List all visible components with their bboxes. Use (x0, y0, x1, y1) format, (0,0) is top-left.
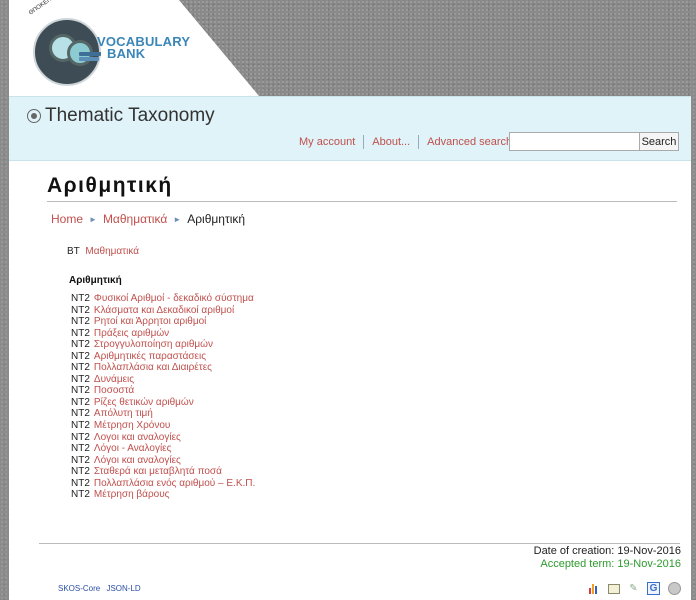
footer-links: SKOS-Core JSON-LD (58, 584, 145, 593)
stats-icon[interactable] (589, 583, 600, 594)
list-item: NT2 Σταθερά και μεταβλητά ποσά (71, 466, 222, 478)
narrower-term-link[interactable]: Αριθμητικές παραστάσεις (94, 351, 206, 362)
nav-divider (363, 135, 365, 149)
narrower-term-link[interactable]: Μέτρηση βάρους (94, 489, 170, 500)
list-item: NT2 Ρητοί και Άρρητοι αριθμοί (71, 316, 207, 328)
list-item: NT2 Αριθμητικές παραστάσεις (71, 350, 207, 362)
advanced-search-link[interactable]: Advanced search (427, 136, 512, 148)
narrower-term-link[interactable]: Μέτρηση Χρόνου (94, 420, 170, 431)
list-item: NT2 Πράξεις αριθμών (71, 327, 170, 339)
footer-divider (39, 543, 680, 544)
list-item: NT2 Πολλαπλάσια ενός αριθμού – Ε.Κ.Π. (71, 477, 256, 489)
json-ld-link[interactable]: JSON-LD (106, 584, 140, 593)
narrower-term-link[interactable]: Ποσοστά (94, 385, 134, 396)
breadcrumb-arrow-icon: ► (89, 214, 97, 224)
breadcrumb-parent[interactable]: Μαθηματικά (103, 212, 167, 226)
list-item: NT2 Λόγοι και αναλογίες (71, 454, 181, 466)
narrower-term-link[interactable]: Απόλυτη τιμή (94, 408, 153, 419)
narrower-term-list: NT2 Φυσικοί Αριθμοί - δεκαδικό σύστημα NT… (71, 293, 255, 501)
narrower-term-link[interactable]: Φυσικοί Αριθμοί - δεκαδικό σύστημα (94, 293, 254, 304)
breadcrumb-home[interactable]: Home (51, 212, 83, 226)
breadcrumb: Home ► Μαθηματικά ► Αριθμητική (51, 212, 245, 226)
search-input[interactable] (509, 132, 641, 151)
narrower-term-link[interactable]: Λόγοι - Αναλογίες (94, 443, 172, 454)
my-account-link[interactable]: My account (299, 136, 355, 148)
list-item: NT2 Μέτρηση Χρόνου (71, 420, 171, 432)
top-nav: My account About... Advanced search (299, 135, 512, 149)
logo-arc-text: ΘΠΟΚΕΙΤΟ (28, 0, 58, 17)
search-button[interactable]: Search (639, 132, 679, 151)
list-item: NT2 Στρογγυλοποίηση αριθμών (71, 339, 213, 351)
narrower-term-link[interactable]: Σταθερά και μεταβλητά ποσά (94, 466, 222, 477)
logo-panel[interactable]: ΘΠΟΚΕΙΤΟ VOCABULARY BANK (9, 0, 259, 96)
list-item: NT2 Απόλυτη τιμή (71, 408, 153, 420)
tool-icon[interactable]: ✎ (628, 583, 639, 594)
broader-term: BT Μαθηματικά (67, 246, 139, 257)
divider (47, 201, 677, 202)
export-icon[interactable] (608, 583, 620, 594)
narrower-term-link[interactable]: Ρητοί και Άρρητοι αριθμοί (94, 316, 207, 327)
narrower-term-link[interactable]: Ρίζες θετικών αριθμών (94, 397, 194, 408)
broader-term-tag: BT (67, 246, 80, 257)
narrower-term-link[interactable]: Στρογγυλοποίηση αριθμών (94, 339, 213, 350)
moon-icon[interactable] (668, 582, 681, 595)
google-icon[interactable]: G (647, 582, 660, 595)
list-item: NT2 Ποσοστά (71, 385, 135, 397)
list-item: NT2 Φυσικοί Αριθμοί - δεκαδικό σύστημα (71, 293, 254, 304)
broader-term-link[interactable]: Μαθηματικά (85, 246, 139, 257)
banner: ΘΠΟΚΕΙΤΟ VOCABULARY BANK (9, 0, 691, 96)
about-link[interactable]: About... (372, 136, 410, 148)
narrower-term-link[interactable]: Λογοι και αναλογίες (94, 432, 181, 443)
page: ΘΠΟΚΕΙΤΟ VOCABULARY BANK Thematic Taxono… (9, 0, 691, 600)
skos-core-link[interactable]: SKOS-Core (58, 584, 100, 593)
narrower-term-link[interactable]: Δυνάμεις (94, 374, 134, 385)
narrower-term-link[interactable]: Πολλαπλάσια ενός αριθμού – Ε.Κ.Π. (94, 478, 255, 489)
accepted-term-date: Accepted term: 19-Nov-2016 (540, 558, 681, 570)
list-item: NT2 Λογοι και αναλογίες (71, 431, 181, 443)
narrower-term-link[interactable]: Πράξεις αριθμών (94, 328, 169, 339)
logo-text: VOCABULARY BANK (97, 34, 191, 61)
list-item: NT2 Μέτρηση βάρους (71, 489, 170, 501)
breadcrumb-arrow-icon: ► (173, 214, 182, 224)
breadcrumb-current: Αριθμητική (187, 212, 246, 226)
list-item: NT2 Λόγοι - Αναλογίες (71, 443, 172, 455)
narrower-term-link[interactable]: Πολλαπλάσια και Διαιρέτες (94, 362, 212, 373)
target-icon (27, 109, 41, 123)
nav-divider (418, 135, 420, 149)
site-title[interactable]: Thematic Taxonomy (45, 105, 215, 127)
date-of-creation: Date of creation: 19-Nov-2016 (533, 545, 681, 557)
list-item: NT2 Κλάσματα και Δεκαδικοί αριθμοί (71, 304, 235, 316)
footer-icons: ✎ G (589, 582, 681, 595)
narrower-heading: Αριθμητική (69, 275, 122, 286)
list-item: NT2 Ρίζες θετικών αριθμών (71, 396, 194, 408)
narrower-term-link[interactable]: Κλάσματα και Δεκαδικοί αριθμοί (94, 305, 234, 316)
narrower-term-link[interactable]: Λόγοι και αναλογίες (94, 455, 181, 466)
thematic-header: Thematic Taxonomy My account About... Ad… (9, 96, 691, 161)
list-item: NT2 Πολλαπλάσια και Διαιρέτες (71, 362, 212, 374)
page-title: Αριθμητική (47, 174, 173, 197)
list-item: NT2 Δυνάμεις (71, 373, 135, 385)
